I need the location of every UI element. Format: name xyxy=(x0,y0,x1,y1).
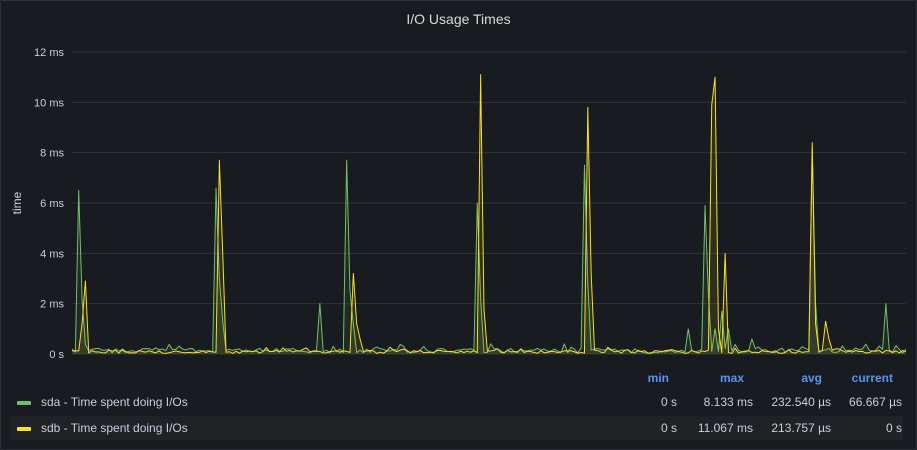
y-tick-label: 8 ms xyxy=(40,148,64,160)
legend-max-value: 8.133 ms xyxy=(703,395,753,409)
legend-min-value: 0 s xyxy=(660,421,677,435)
y-axis-label: time xyxy=(10,191,24,214)
y-tick-label: 4 ms xyxy=(40,248,64,260)
legend-row-sda[interactable]: sda - Time spent doing I/Os 0 s 8.133 ms… xyxy=(10,390,903,414)
legend-series-name[interactable]: sda - Time spent doing I/Os xyxy=(41,395,188,409)
legend-avg-value: 213.757 µs xyxy=(771,421,831,435)
y-tick-label: 10 ms xyxy=(34,97,64,109)
chart-series xyxy=(71,74,907,355)
y-tick-label: 0 s xyxy=(49,349,64,361)
y-axis-ticks: 0 s 2 ms 4 ms 6 ms 8 ms 10 ms 12 ms xyxy=(34,47,64,361)
series-area-sdb xyxy=(72,74,906,355)
series-line-sdb[interactable] xyxy=(71,74,907,354)
io-usage-chart: 0 s 2 ms 4 ms 6 ms 8 ms 10 ms 12 ms time xyxy=(10,47,907,361)
legend-max-value: 11.067 ms xyxy=(697,421,753,435)
legend-header-avg[interactable]: avg xyxy=(801,371,822,385)
legend-row-sdb[interactable]: sdb - Time spent doing I/Os 0 s 11.067 m… xyxy=(10,416,903,440)
legend-header-min[interactable]: min xyxy=(648,371,669,385)
legend-swatch-sda xyxy=(17,401,31,405)
series-area-sda xyxy=(72,150,906,354)
legend-header: min max avg current xyxy=(0,371,917,387)
y-tick-label: 6 ms xyxy=(40,198,64,210)
chart-grid xyxy=(72,51,906,355)
legend-min-value: 0 s xyxy=(660,395,677,409)
legend-current-value: 0 s xyxy=(885,421,902,435)
legend-header-current[interactable]: current xyxy=(852,371,893,385)
legend-swatch-sdb xyxy=(17,427,31,431)
legend-header-max[interactable]: max xyxy=(720,371,744,385)
legend-series-name[interactable]: sdb - Time spent doing I/Os xyxy=(41,421,188,435)
y-tick-label: 2 ms xyxy=(40,299,64,311)
legend-current-value: 66.667 µs xyxy=(849,395,902,409)
legend-avg-value: 232.540 µs xyxy=(771,395,831,409)
y-tick-label: 12 ms xyxy=(34,47,64,59)
series-line-sda[interactable] xyxy=(71,149,907,354)
